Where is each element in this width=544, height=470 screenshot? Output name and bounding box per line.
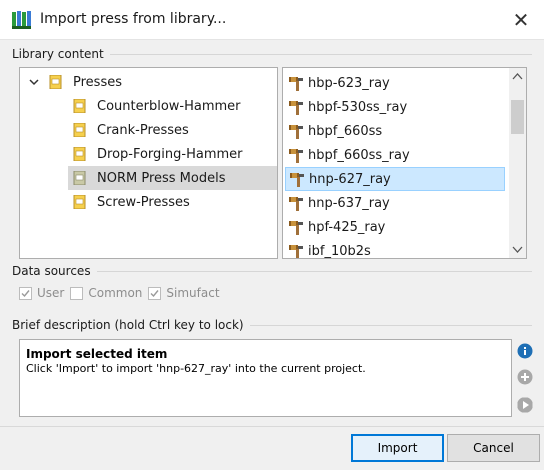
document-icon xyxy=(73,147,86,161)
tree-item-norm-press-models[interactable]: NORM Press Models xyxy=(68,166,277,190)
user-checkbox[interactable]: User xyxy=(19,286,64,300)
data-sources-label: Data sources xyxy=(12,264,97,278)
tree-item-screw-presses[interactable]: Screw-Presses xyxy=(20,190,277,214)
title-bar: Import press from library... ✕ xyxy=(0,0,544,40)
common-checkbox[interactable]: Common xyxy=(70,286,142,300)
hammer-icon xyxy=(289,148,303,163)
chevron-up-icon[interactable] xyxy=(509,68,526,85)
hammer-icon xyxy=(289,196,303,211)
tree-item-crank-presses[interactable]: Crank-Presses xyxy=(20,118,277,142)
document-icon xyxy=(73,195,86,209)
list-item[interactable]: hbpf_660ss xyxy=(285,119,505,143)
document-icon xyxy=(73,123,86,137)
checkmark-icon xyxy=(150,289,159,297)
description-panel: Import selected item Click 'Import' to i… xyxy=(19,339,512,417)
simufact-checkbox[interactable]: Simufact xyxy=(148,286,220,300)
library-books-icon xyxy=(12,11,31,29)
document-icon xyxy=(49,75,62,89)
list-item-label: hbpf_660ss_ray xyxy=(308,147,410,163)
tree-item-label: Drop-Forging-Hammer xyxy=(97,146,243,162)
tree-item-counterblow-hammer[interactable]: Counterblow-Hammer xyxy=(20,94,277,118)
checkmark-icon xyxy=(21,289,30,297)
document-icon xyxy=(73,171,86,185)
hammer-icon xyxy=(289,244,303,258)
checkbox-box[interactable] xyxy=(19,286,32,300)
list-item-label: hbpf_660ss xyxy=(308,123,383,139)
chevron-down-icon[interactable] xyxy=(28,76,40,88)
tree-item-drop-forging-hammer[interactable]: Drop-Forging-Hammer xyxy=(20,142,277,166)
play-icon[interactable] xyxy=(517,397,533,413)
list-item[interactable]: hbpf-530ss_ray xyxy=(285,95,505,119)
document-icon xyxy=(73,99,86,113)
hammer-icon xyxy=(289,76,303,91)
list-item-label: ibf_10b2s xyxy=(308,243,371,259)
list-item-label: hpf-425_ray xyxy=(308,219,386,235)
list-item[interactable]: hnp-637_ray xyxy=(285,191,505,215)
list-item-label: hnp-627_ray xyxy=(309,171,391,187)
brief-description-label: Brief description (hold Ctrl key to lock… xyxy=(12,318,250,332)
import-button[interactable]: Import xyxy=(351,434,444,462)
library-content-label: Library content xyxy=(12,47,110,61)
checkbox-box[interactable] xyxy=(70,286,84,300)
hammer-icon xyxy=(289,100,303,115)
info-icon[interactable] xyxy=(517,343,533,359)
list-item-label: hbp-623_ray xyxy=(308,75,390,91)
checkbox-box[interactable] xyxy=(148,286,162,300)
hammer-icon xyxy=(289,124,303,139)
close-button[interactable]: ✕ xyxy=(498,0,544,40)
tree-item-label: Presses xyxy=(73,74,122,90)
list-item[interactable]: hpf-425_ray xyxy=(285,215,505,239)
cancel-button[interactable]: Cancel xyxy=(447,434,540,462)
tree-item-presses[interactable]: Presses xyxy=(20,70,277,94)
chevron-down-icon[interactable] xyxy=(509,241,526,258)
hammer-icon xyxy=(289,220,303,235)
window-title: Import press from library... xyxy=(40,11,227,27)
list-item[interactable]: hbpf_660ss_ray xyxy=(285,143,505,167)
add-icon[interactable] xyxy=(517,369,533,385)
list-item-label: hnp-637_ray xyxy=(308,195,390,211)
tree-item-label: Counterblow-Hammer xyxy=(97,98,241,114)
description-body: Click 'Import' to import 'hnp-627_ray' i… xyxy=(26,362,366,375)
footer-divider xyxy=(0,426,544,427)
tree-item-label: NORM Press Models xyxy=(97,170,226,186)
scroll-thumb[interactable] xyxy=(511,100,524,134)
list-item[interactable]: hbp-623_ray xyxy=(285,71,505,95)
list-item[interactable]: ibf_10b2s xyxy=(285,239,505,259)
checkbox-label: User xyxy=(37,286,65,300)
list-item-label: hbpf-530ss_ray xyxy=(308,99,408,115)
tree-item-label: Screw-Presses xyxy=(97,194,190,210)
tree-item-label: Crank-Presses xyxy=(97,122,189,138)
checkbox-label: Simufact xyxy=(166,286,220,300)
data-sources-options: User Common Simufact xyxy=(19,285,226,301)
description-heading: Import selected item xyxy=(26,347,168,361)
press-model-list[interactable]: hbp-623_ray hbpf-530ss_ray hbpf_660ss hb… xyxy=(282,67,527,259)
hammer-icon xyxy=(290,172,304,187)
list-item-selected[interactable]: hnp-627_ray xyxy=(285,167,505,191)
checkbox-label: Common xyxy=(88,286,143,300)
press-category-tree[interactable]: Presses Counterblow-Hammer Crank-Presses… xyxy=(19,67,278,259)
list-scrollbar[interactable] xyxy=(509,68,526,258)
